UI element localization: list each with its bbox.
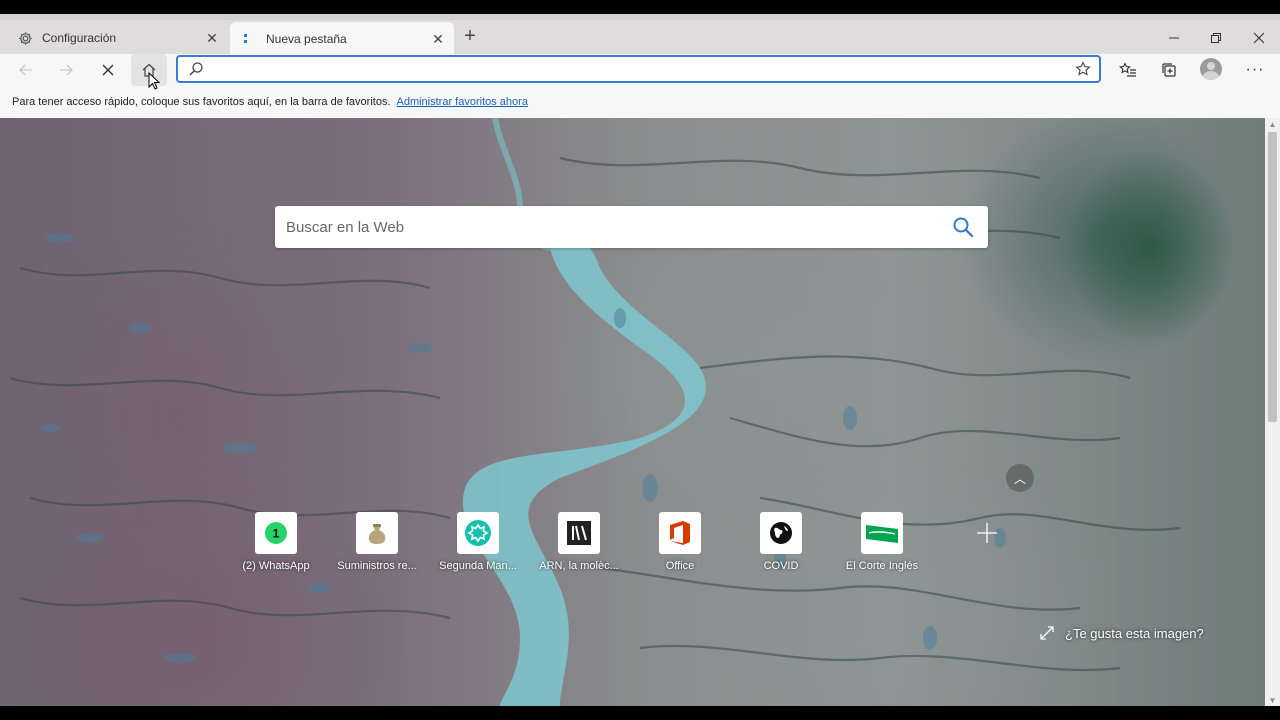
collections-button[interactable]: [1151, 54, 1187, 86]
tab-title: Nueva pestaña: [266, 32, 347, 46]
scroll-down-icon[interactable]: ▼: [1265, 694, 1280, 706]
quick-links: 1 (2) WhatsApp Suministros re... Segunda…: [226, 512, 1026, 592]
star-icon: [1075, 61, 1091, 76]
close-icon[interactable]: ✕: [202, 28, 222, 48]
screen-top-border: [0, 0, 1280, 14]
collections-icon: [1162, 63, 1176, 77]
tile-label: COVID: [763, 560, 799, 572]
screen-bottom-border: [0, 706, 1280, 720]
office-icon: [659, 512, 701, 554]
tab-strip: Configuración ✕ Nueva pestaña ✕ +: [0, 14, 1280, 56]
close-window-button[interactable]: [1237, 22, 1280, 54]
expand-icon[interactable]: [1038, 624, 1056, 642]
minimize-icon: [1169, 37, 1179, 39]
tile-label: Office: [665, 560, 695, 572]
tile-label: (2) WhatsApp: [242, 560, 310, 572]
web-search-input[interactable]: [275, 218, 938, 236]
arrow-left-icon: [19, 64, 32, 76]
tab-title: Configuración: [42, 31, 117, 45]
image-feedback-label: ¿Te gusta esta imagen?: [1065, 625, 1204, 641]
tile-label: Suministros re...: [337, 560, 417, 572]
arrow-right-icon: [60, 64, 73, 76]
add-quick-link-button[interactable]: [974, 520, 1000, 546]
back-button[interactable]: [8, 54, 44, 86]
address-bar[interactable]: [176, 55, 1101, 83]
restore-icon: [1211, 33, 1221, 43]
tab-nueva-pestana[interactable]: Nueva pestaña ✕: [230, 22, 454, 56]
tab-configuracion[interactable]: Configuración ✕: [6, 22, 228, 54]
whatsapp-icon: 1: [255, 512, 297, 554]
newspaper-icon: [558, 512, 600, 554]
sack-icon: [356, 512, 398, 554]
address-input[interactable]: [210, 58, 1067, 80]
close-icon: [1253, 32, 1265, 44]
minimize-button[interactable]: [1152, 22, 1196, 54]
profile-avatar[interactable]: [1200, 58, 1222, 80]
forward-button[interactable]: [48, 54, 84, 86]
favorites-list-icon: [1119, 62, 1136, 77]
plus-icon: [977, 523, 997, 543]
favorites-bar: Para tener acceso rápido, coloque sus fa…: [0, 86, 1280, 118]
browser-window: Configuración ✕ Nueva pestaña ✕ + ··· Pa…: [0, 14, 1280, 706]
scroll-up-icon[interactable]: ▲: [1265, 118, 1280, 130]
edge-newtab-icon: [240, 30, 258, 48]
scrollbar-thumb[interactable]: [1268, 132, 1277, 422]
quick-link-whatsapp[interactable]: 1 (2) WhatsApp: [226, 512, 326, 576]
image-feedback[interactable]: ¿Te gusta esta imagen?: [1038, 624, 1204, 642]
segunda-mano-icon: [457, 512, 499, 554]
corte-ingles-icon: [861, 512, 903, 554]
close-icon: [102, 64, 114, 76]
navigation-toolbar: ···: [0, 54, 1280, 86]
new-tab-page: ▲ ▼ ︿ 1 (2) WhatsApp Sum: [0, 118, 1280, 706]
manage-favorites-link[interactable]: Administrar favoritos ahora: [397, 96, 528, 108]
chevron-up-icon: ︿: [1013, 471, 1026, 486]
web-search-box[interactable]: [275, 206, 988, 248]
quick-link-el-corte-ingles[interactable]: El Corte Inglés: [832, 512, 932, 576]
globe-icon: [760, 512, 802, 554]
collapse-button[interactable]: ︿: [1006, 464, 1034, 492]
tile-label: Segunda Man...: [439, 560, 517, 572]
page-scrollbar[interactable]: ▲ ▼: [1265, 118, 1280, 706]
gear-icon: [16, 29, 34, 47]
settings-more-button[interactable]: ···: [1237, 54, 1273, 86]
restore-button[interactable]: [1194, 22, 1238, 54]
favorites-bar-hint: Para tener acceso rápido, coloque sus fa…: [12, 96, 391, 108]
quick-link-suministros[interactable]: Suministros re...: [327, 512, 427, 576]
add-favorite-button[interactable]: [1067, 61, 1099, 77]
new-tab-button[interactable]: +: [458, 24, 482, 48]
plus-icon: +: [464, 24, 476, 47]
search-button[interactable]: [938, 206, 988, 248]
mouse-cursor-icon: [148, 72, 160, 90]
quick-link-office[interactable]: Office: [630, 512, 730, 576]
tile-label: ARN, la molèc...: [539, 560, 619, 572]
stop-loading-button[interactable]: [90, 54, 126, 86]
quick-link-covid[interactable]: COVID: [731, 512, 831, 576]
svg-text:1: 1: [273, 527, 280, 541]
more-horizontal-icon: ···: [1245, 61, 1265, 78]
favorites-button[interactable]: [1110, 54, 1146, 86]
quick-link-segunda-mano[interactable]: Segunda Man...: [428, 512, 528, 576]
search-icon: [182, 57, 210, 81]
close-icon[interactable]: ✕: [428, 29, 448, 49]
quick-link-arn[interactable]: ARN, la molèc...: [529, 512, 629, 576]
tile-label: El Corte Inglés: [845, 560, 919, 572]
search-icon: [953, 217, 974, 238]
